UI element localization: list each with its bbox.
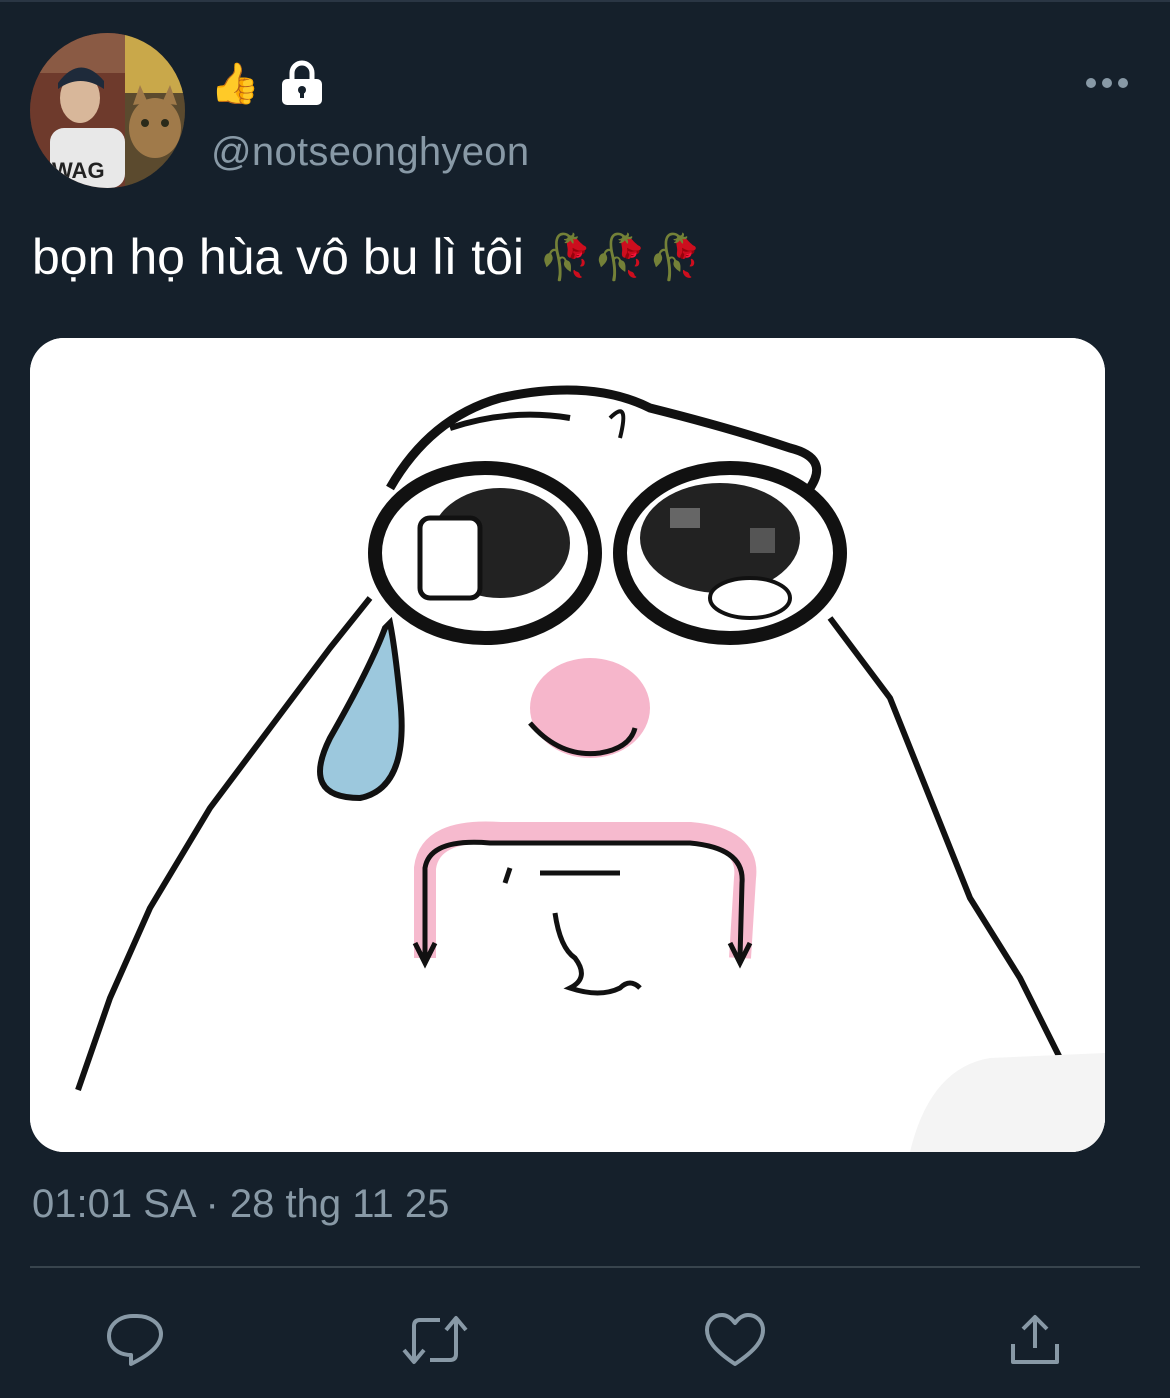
reply-button[interactable] [95, 1300, 175, 1380]
more-options-icon[interactable] [1086, 70, 1128, 96]
tweet-detail: WAG 👍 @notseonghyeon bọn họ hùa vô bu lì… [0, 0, 1170, 1398]
tweet-timestamp[interactable]: 01:01 SA · 28 thg 11 25 [32, 1182, 449, 1227]
retweet-icon [402, 1316, 468, 1364]
wilted-rose-emoji: 🥀🥀🥀 [538, 233, 703, 282]
like-button[interactable] [695, 1300, 775, 1380]
retweet-button[interactable] [395, 1300, 475, 1380]
heart-icon [705, 1313, 765, 1366]
tweet-image[interactable] [30, 338, 1105, 1152]
display-name[interactable]: 👍 [210, 55, 324, 111]
tweet-text-body: bọn họ hùa vô bu lì tôi [32, 229, 525, 285]
sad-meme-face-drawing [30, 338, 1105, 1152]
avatar-shirt-text: WAG [52, 158, 105, 183]
reply-icon [107, 1314, 163, 1366]
avatar[interactable]: WAG [30, 33, 185, 188]
display-name-emoji: 👍 [210, 61, 260, 106]
share-button[interactable] [995, 1300, 1075, 1380]
share-icon [1011, 1315, 1059, 1364]
tweet-text: bọn họ hùa vô bu lì tôi 🥀🥀🥀 [32, 228, 702, 286]
user-handle[interactable]: @notseonghyeon [211, 130, 529, 175]
lock-icon [280, 60, 324, 106]
divider [30, 1266, 1140, 1268]
